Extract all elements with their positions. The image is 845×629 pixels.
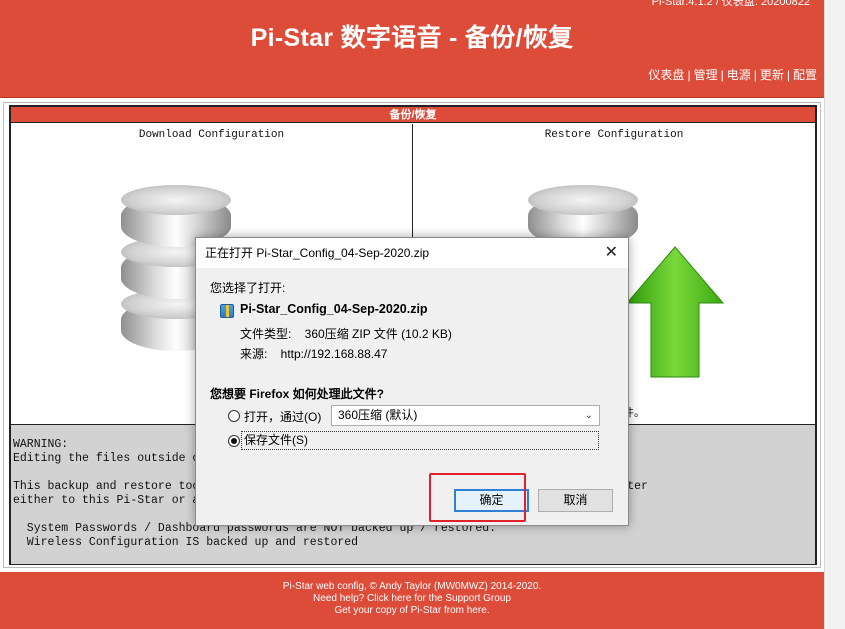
nav-separator: | (786, 68, 790, 82)
open-with-radio[interactable] (228, 410, 240, 422)
open-with-app-value: 360压缩 (默认) (338, 408, 418, 422)
nav-dashboard[interactable]: 仪表盘 (648, 68, 684, 82)
table-header: 备份/恢复 (11, 107, 815, 123)
warning-line: Wireless Configuration IS backed up and … (13, 536, 359, 549)
file-type: 文件类型: 360压缩 ZIP 文件 (10.2 KB) (240, 327, 452, 341)
ok-button-highlight-box (429, 473, 526, 522)
nav-admin[interactable]: 管理 (694, 68, 718, 82)
file-source: 来源: http://192.168.88.47 (240, 347, 388, 361)
file-open-dialog: 正在打开 Pi-Star_Config_04-Sep-2020.zip ✕ 您选… (195, 237, 629, 526)
version-info: Pi-Star:4.1.2 / 仪表盘: 20200822 (651, 0, 810, 8)
file-name: Pi-Star_Config_04-Sep-2020.zip (240, 302, 428, 316)
open-with-app-select[interactable]: 360压缩 (默认) ⌄ (331, 405, 600, 426)
open-with-label[interactable]: 打开，通过(O) (244, 408, 321, 425)
upload-arrow-icon (625, 246, 725, 378)
nav-separator: | (687, 68, 691, 82)
dialog-title: 正在打开 Pi-Star_Config_04-Sep-2020.zip (196, 238, 628, 268)
page-title: Pi-Star 数字语音 - 备份/恢复 (250, 24, 574, 52)
save-file-radio[interactable] (228, 435, 240, 447)
zip-file-icon (220, 304, 234, 318)
nav-update[interactable]: 更新 (760, 68, 784, 82)
nav-separator: | (753, 68, 757, 82)
page-footer: Pi-Star web config, © Andy Taylor (MW0MW… (0, 572, 824, 629)
warning-line: WARNING: (13, 438, 69, 451)
restore-title: Restore Configuration (544, 129, 684, 141)
save-file-label[interactable]: 保存文件(S) (241, 431, 599, 450)
chevron-down-icon: ⌄ (584, 410, 593, 421)
footer-copyright: Pi-Star web config, © Andy Taylor (MW0MW… (282, 581, 542, 592)
nav-separator: | (720, 68, 724, 82)
warning-line: Editing the files outside o (13, 452, 200, 465)
page-header: Pi-Star:4.1.2 / 仪表盘: 20200822 Pi-Star 数字… (0, 0, 824, 98)
handle-question: 您想要 Firefox 如何处理此文件? (210, 387, 385, 401)
nav-power[interactable]: 电源 (727, 68, 751, 82)
top-nav: 仪表盘 | 管理 | 电源 | 更新 | 配置 (648, 66, 817, 83)
cancel-button[interactable]: 取消 (538, 489, 613, 512)
footer-download-link[interactable]: Get your copy of Pi-Star from here. (0, 605, 824, 617)
close-icon[interactable]: ✕ (605, 238, 618, 268)
footer-support-link[interactable]: Need help? Click here for the Support Gr… (0, 593, 824, 605)
download-title: Download Configuration (138, 129, 285, 141)
nav-config[interactable]: 配置 (793, 68, 817, 82)
scrollbar-area[interactable] (824, 0, 845, 629)
warning-line: either to this Pi-Star or a (13, 494, 200, 507)
chosen-label: 您选择了打开: (210, 281, 286, 295)
